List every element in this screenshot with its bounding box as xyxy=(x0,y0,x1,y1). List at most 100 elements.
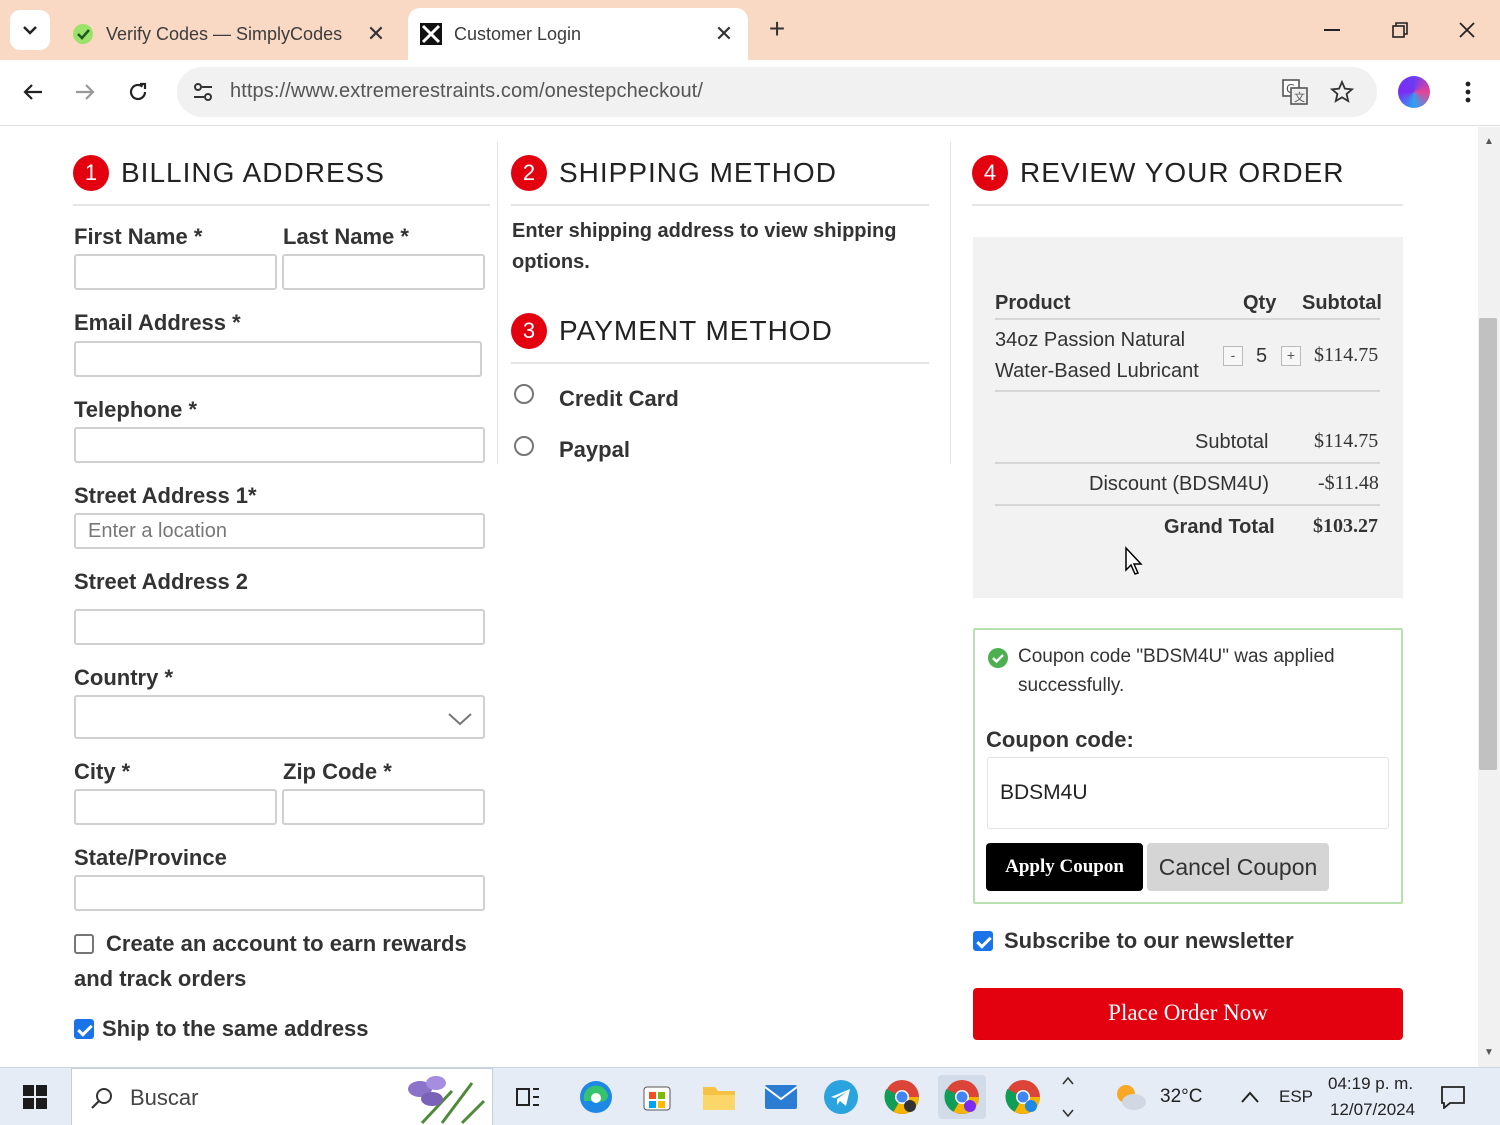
chevron-up-icon xyxy=(1062,1076,1074,1085)
more-vertical-icon xyxy=(1465,81,1471,103)
arrow-right-icon xyxy=(76,84,95,100)
tab-simplycodes[interactable]: Verify Codes — SimplyCodes ✕ xyxy=(60,8,400,60)
mail-app[interactable] xyxy=(757,1075,805,1119)
discount-value: -$11.48 xyxy=(1318,472,1379,494)
scroll-up-arrow-icon[interactable]: ▲ xyxy=(1483,136,1495,148)
apply-coupon-button[interactable]: Apply Coupon xyxy=(986,843,1143,891)
city-label: City * xyxy=(74,759,131,784)
close-icon xyxy=(1459,22,1475,38)
state-label: State/Province xyxy=(74,845,227,870)
place-order-button[interactable]: Place Order Now xyxy=(973,988,1403,1040)
site-settings-icon[interactable] xyxy=(189,78,217,106)
mouse-cursor-icon xyxy=(1125,546,1143,575)
state-field[interactable] xyxy=(74,875,485,911)
lavender-decoration-icon xyxy=(408,1076,486,1125)
city-field[interactable] xyxy=(74,789,277,825)
store-app[interactable] xyxy=(633,1075,681,1119)
coupon-code-input[interactable]: BDSM4U xyxy=(987,757,1389,829)
mail-icon xyxy=(764,1085,798,1109)
subtotal-label: Subtotal xyxy=(1195,431,1269,453)
chevron-down-icon xyxy=(1062,1109,1074,1118)
address-bar[interactable]: https://www.extremerestraints.com/oneste… xyxy=(177,67,1377,117)
file-explorer-app[interactable] xyxy=(695,1075,743,1119)
windows-logo-icon xyxy=(23,1085,47,1109)
forward-button[interactable] xyxy=(67,74,103,110)
payment-section-header: 3 PAYMENT METHOD xyxy=(511,300,929,364)
email-field[interactable] xyxy=(74,341,482,377)
search-placeholder: Buscar xyxy=(130,1085,199,1110)
chrome-profile-app-2[interactable] xyxy=(999,1075,1047,1119)
tab-search-button[interactable] xyxy=(10,10,50,50)
bookmark-star-icon[interactable] xyxy=(1328,78,1356,106)
qty-decrease-button[interactable]: - xyxy=(1223,346,1243,366)
chrome-profile-app[interactable] xyxy=(938,1075,986,1119)
shipping-section-header: 2 SHIPPING METHOD xyxy=(511,142,929,206)
paypal-radio[interactable] xyxy=(514,436,534,456)
street1-field[interactable]: Enter a location xyxy=(74,513,485,549)
scroll-down-arrow-icon[interactable]: ▼ xyxy=(1483,1047,1495,1059)
start-button[interactable] xyxy=(0,1068,70,1125)
restore-icon xyxy=(1392,22,1408,38)
chrome-icon xyxy=(884,1080,919,1114)
weather-icon xyxy=(1117,1085,1146,1110)
close-tab-icon[interactable]: ✕ xyxy=(710,21,738,47)
taskbar-scroll[interactable] xyxy=(1058,1072,1078,1122)
newsletter-label: Subscribe to our newsletter xyxy=(1004,928,1294,953)
newsletter-checkbox[interactable] xyxy=(973,931,993,951)
ship-same-checkbox[interactable] xyxy=(74,1019,94,1039)
review-title: REVIEW YOUR ORDER xyxy=(1020,157,1345,188)
step-badge: 2 xyxy=(511,155,547,191)
product-name: 34oz Passion Natural xyxy=(995,329,1186,351)
task-view-button[interactable] xyxy=(504,1075,552,1119)
minimize-button[interactable] xyxy=(1312,14,1352,46)
scrollbar-thumb[interactable] xyxy=(1479,318,1497,770)
telephone-label: Telephone * xyxy=(74,397,198,422)
telegram-app[interactable] xyxy=(817,1075,865,1119)
billing-title: BILLING ADDRESS xyxy=(121,157,385,188)
language-indicator[interactable]: ESP xyxy=(1279,1087,1313,1107)
chrome-app[interactable] xyxy=(878,1075,926,1119)
first-name-field[interactable] xyxy=(74,254,277,290)
chevron-up-icon[interactable] xyxy=(1240,1090,1260,1104)
weather-temp[interactable]: 32°C xyxy=(1160,1086,1202,1108)
tab-customer-login[interactable]: Customer Login ✕ xyxy=(408,8,748,60)
close-tab-icon[interactable]: ✕ xyxy=(362,21,390,47)
browser-toolbar: https://www.extremerestraints.com/oneste… xyxy=(0,60,1500,126)
back-button[interactable] xyxy=(15,74,51,110)
url-text: https://www.extremerestraints.com/oneste… xyxy=(230,80,703,102)
qty-increase-button[interactable]: + xyxy=(1281,346,1301,366)
country-select[interactable] xyxy=(74,695,485,739)
edge-app[interactable] xyxy=(572,1075,620,1119)
browser-menu-button[interactable] xyxy=(1452,76,1484,108)
last-name-label: Last Name * xyxy=(283,224,409,249)
chrome-icon xyxy=(944,1080,979,1114)
new-tab-button[interactable]: + xyxy=(762,14,792,44)
credit-card-label: Credit Card xyxy=(559,386,679,411)
coupon-code-label: Coupon code: xyxy=(986,727,1134,752)
restore-button[interactable] xyxy=(1380,14,1420,46)
credit-card-radio[interactable] xyxy=(514,384,534,404)
taskbar-search[interactable]: Buscar xyxy=(71,1068,493,1125)
telegram-icon xyxy=(824,1080,858,1114)
chrome-icon xyxy=(1005,1080,1040,1114)
create-account-checkbox[interactable] xyxy=(74,934,94,954)
reload-button[interactable] xyxy=(120,74,156,110)
cancel-coupon-button[interactable]: Cancel Coupon xyxy=(1147,843,1329,891)
zip-field[interactable] xyxy=(282,789,485,825)
grand-total-label: Grand Total xyxy=(1164,516,1275,538)
street2-field[interactable] xyxy=(74,609,485,645)
last-name-field[interactable] xyxy=(282,254,485,290)
telephone-field[interactable] xyxy=(74,427,485,463)
subtotal-value: $114.75 xyxy=(1314,430,1379,452)
tab-title: Verify Codes — SimplyCodes xyxy=(106,23,343,44)
folder-icon xyxy=(703,1087,735,1110)
clock-date[interactable]: 12/07/2024 xyxy=(1330,1100,1415,1120)
close-window-button[interactable] xyxy=(1447,14,1487,46)
translate-icon[interactable]: G文 xyxy=(1281,78,1309,106)
country-label: Country * xyxy=(74,665,173,690)
profile-avatar[interactable] xyxy=(1398,76,1430,108)
grand-total-value: $103.27 xyxy=(1313,515,1378,537)
clock-time[interactable]: 04:19 p. m. xyxy=(1328,1074,1413,1094)
notifications-icon[interactable] xyxy=(1440,1085,1466,1109)
task-view-icon xyxy=(516,1088,539,1106)
